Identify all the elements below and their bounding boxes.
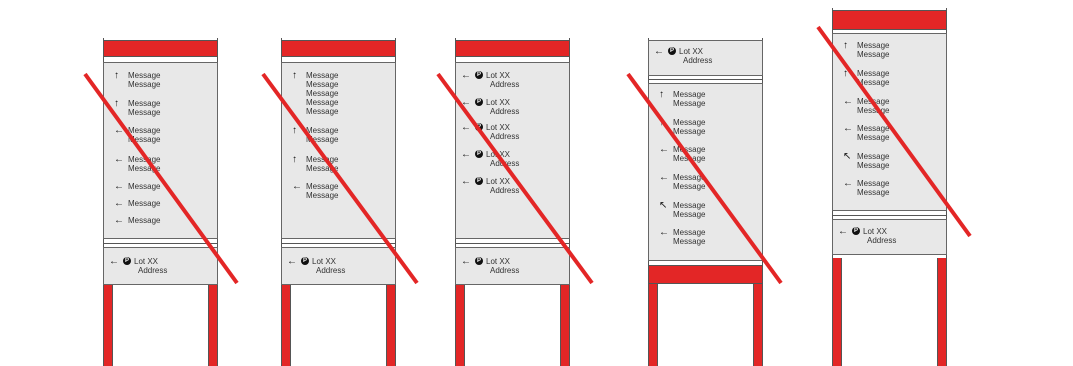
cross-out-slash: [436, 72, 594, 285]
cross-out-slash: [816, 25, 972, 238]
cross-out-slash: [626, 72, 783, 285]
cross-out-slash: [83, 72, 239, 285]
cross-out-overlay: [83, 25, 972, 285]
cross-out-slash: [261, 72, 419, 285]
